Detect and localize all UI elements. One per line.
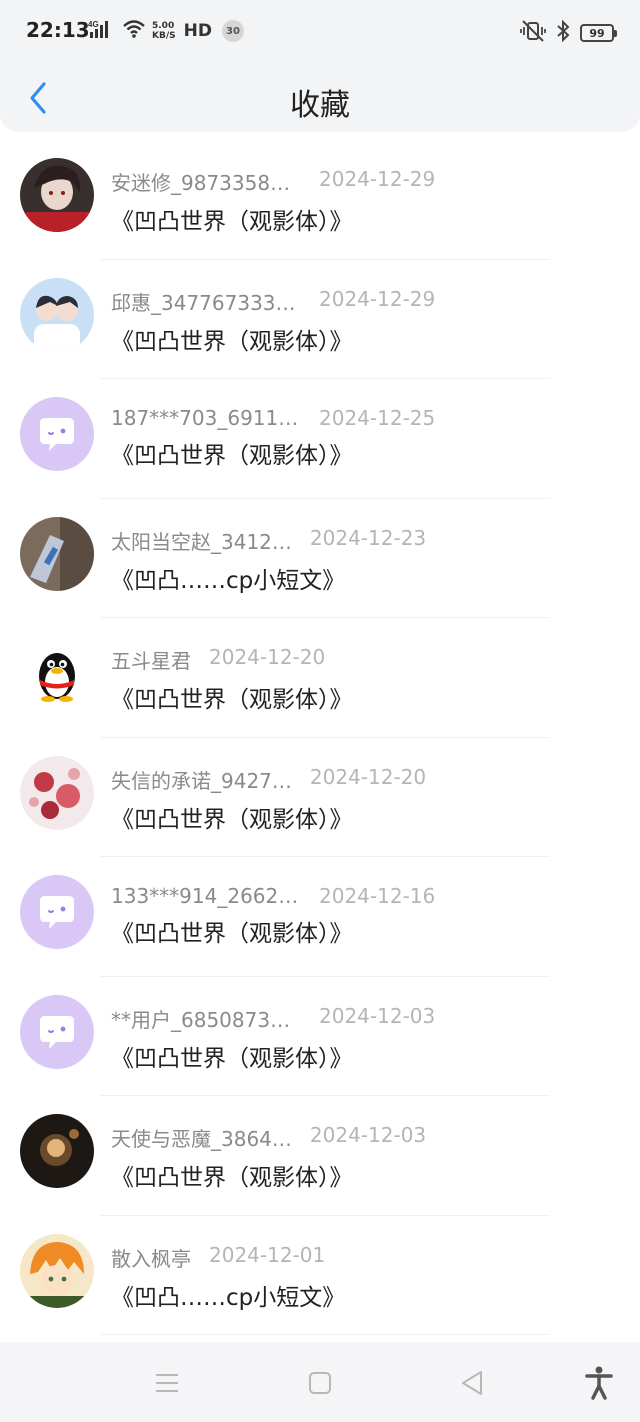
favorite-meta: 散入枫亭 2024-12-01: [111, 1243, 345, 1272]
favorite-username[interactable]: 五斗星君: [111, 645, 191, 674]
notification-badge: 30: [221, 20, 244, 42]
vibrate-off-icon: [520, 20, 546, 46]
favorite-item[interactable]: 187***703_69116… 2024-12-25 《凹凸世界（观影体）》: [0, 379, 640, 499]
wifi-icon: [122, 19, 146, 43]
favorite-date: 2024-12-03: [319, 1003, 436, 1028]
favorite-title[interactable]: 《凹凸世界（观影体）》: [111, 680, 353, 714]
favorite-item[interactable]: 失信的承诺_9427… 2024-12-20 《凹凸世界（观影体）》: [0, 738, 640, 858]
favorite-meta: 太阳当空赵_3412… 2024-12-23: [111, 526, 426, 555]
favorite-item[interactable]: 天使与恶魔_3864… 2024-12-03 《凹凸世界（观影体）》: [0, 1096, 640, 1216]
status-bar: 22:13 4G 5.00 KB/S HD 30 99: [0, 0, 640, 64]
hd-label: HD: [183, 21, 212, 41]
favorite-username[interactable]: 133***914_26623…: [111, 884, 301, 908]
favorite-title[interactable]: 《凹凸……cp小短文》: [111, 561, 426, 595]
battery-indicator: 99: [580, 24, 617, 42]
status-icons-right: 99: [520, 19, 617, 46]
home-square-icon: [309, 1372, 331, 1394]
user-avatar[interactable]: [20, 755, 94, 830]
favorite-title[interactable]: 《凹凸世界（观影体）》: [111, 800, 426, 834]
favorite-item-body: 187***703_69116… 2024-12-25 《凹凸世界（观影体）》: [111, 406, 435, 470]
menu-button[interactable]: [150, 1366, 184, 1400]
favorite-meta: 邱惠_3477673331… 2024-12-29: [111, 287, 435, 316]
favorite-meta: 失信的承诺_9427… 2024-12-20: [111, 765, 426, 794]
favorite-meta: 安迷修_98733583… 2024-12-29: [111, 167, 435, 196]
user-avatar[interactable]: [20, 158, 94, 232]
favorite-date: 2024-12-29: [319, 286, 436, 311]
accessibility-icon: [585, 1366, 613, 1400]
favorite-item[interactable]: 133***914_26623… 2024-12-16 《凹凸世界（观影体）》: [0, 857, 640, 977]
svg-text:4G: 4G: [88, 20, 99, 29]
favorite-date: 2024-12-03: [309, 1123, 427, 1147]
favorite-item-body: 太阳当空赵_3412… 2024-12-23 《凹凸……cp小短文》: [111, 526, 426, 595]
favorites-list: 安迷修_98733583… 2024-12-29 《凹凸世界（观影体）》 邱惠_347…: [0, 140, 640, 1335]
favorite-title[interactable]: 《凹凸世界（观影体）》: [111, 1158, 426, 1192]
favorite-item[interactable]: 太阳当空赵_3412… 2024-12-23 《凹凸……cp小短文》: [0, 499, 640, 619]
default-avatar-icon[interactable]: [20, 875, 94, 949]
back-nav-button[interactable]: [455, 1366, 489, 1400]
status-time: 22:13: [26, 18, 90, 42]
favorite-username[interactable]: 安迷修_98733583…: [111, 167, 301, 196]
favorite-item-body: 133***914_26623… 2024-12-16 《凹凸世界（观影体）》: [111, 884, 435, 948]
favorite-date: 2024-12-20: [309, 764, 427, 789]
favorite-item[interactable]: 邱惠_3477673331… 2024-12-29 《凹凸世界（观影体）》: [0, 260, 640, 380]
bluetooth-icon: [556, 19, 570, 46]
user-avatar[interactable]: [20, 1233, 94, 1308]
user-avatar[interactable]: [20, 516, 94, 591]
system-nav-bar: [0, 1342, 640, 1422]
favorite-meta: **用户_68508731… 2024-12-03: [111, 1004, 435, 1033]
user-avatar[interactable]: [20, 1114, 94, 1188]
favorite-title[interactable]: 《凹凸世界（观影体）》: [111, 914, 435, 948]
favorite-date: 2024-12-16: [319, 884, 436, 908]
menu-icon: [156, 1374, 178, 1392]
network-speed: 5.00 KB/S: [152, 21, 176, 41]
favorite-item[interactable]: 散入枫亭 2024-12-01 《凹凸……cp小短文》: [0, 1216, 640, 1336]
favorite-date: 2024-12-20: [209, 645, 326, 669]
user-avatar[interactable]: [20, 277, 94, 352]
favorite-username[interactable]: 失信的承诺_9427…: [111, 765, 292, 794]
default-avatar-icon[interactable]: [20, 994, 94, 1069]
favorite-username[interactable]: 散入枫亭: [111, 1243, 191, 1272]
favorite-meta: 五斗星君 2024-12-20: [111, 645, 353, 674]
favorite-item-body: 安迷修_98733583… 2024-12-29 《凹凸世界（观影体）》: [111, 167, 435, 236]
favorite-username[interactable]: 邱惠_3477673331…: [111, 287, 301, 316]
favorite-item-body: 天使与恶魔_3864… 2024-12-03 《凹凸世界（观影体）》: [111, 1123, 426, 1192]
nav-bar: 收藏: [0, 64, 640, 132]
favorite-item[interactable]: 五斗星君 2024-12-20 《凹凸世界（观影体）》: [0, 618, 640, 738]
favorite-title[interactable]: 《凹凸……cp小短文》: [111, 1278, 345, 1312]
favorite-meta: 187***703_69116… 2024-12-25: [111, 406, 435, 430]
speed-value: 5.00: [152, 21, 175, 31]
signal-icon: 4G: [88, 19, 116, 43]
home-button[interactable]: [303, 1366, 337, 1400]
favorite-item[interactable]: **用户_68508731… 2024-12-03 《凹凸世界（观影体）》: [0, 977, 640, 1097]
favorite-username[interactable]: **用户_68508731…: [111, 1004, 301, 1033]
speed-unit: KB/S: [152, 31, 176, 41]
favorite-item-body: 散入枫亭 2024-12-01 《凹凸……cp小短文》: [111, 1243, 345, 1312]
user-avatar[interactable]: [20, 636, 94, 710]
accessibility-button[interactable]: [582, 1366, 616, 1400]
favorite-meta: 天使与恶魔_3864… 2024-12-03: [111, 1123, 426, 1152]
favorite-date: 2024-12-25: [319, 406, 436, 430]
status-icons-left: 4G 5.00 KB/S HD 30: [88, 19, 244, 43]
favorite-date: 2024-12-29: [319, 167, 436, 191]
favorite-item-body: 邱惠_3477673331… 2024-12-29 《凹凸世界（观影体）》: [111, 287, 435, 356]
favorite-date: 2024-12-01: [209, 1242, 326, 1267]
favorite-item[interactable]: 安迷修_98733583… 2024-12-29 《凹凸世界（观影体）》: [0, 140, 640, 260]
favorite-item-body: 五斗星君 2024-12-20 《凹凸世界（观影体）》: [111, 645, 353, 714]
favorite-item-body: 失信的承诺_9427… 2024-12-20 《凹凸世界（观影体）》: [111, 765, 426, 834]
favorite-title[interactable]: 《凹凸世界（观影体）》: [111, 436, 435, 470]
favorite-date: 2024-12-23: [309, 525, 427, 550]
triangle-back-icon: [462, 1371, 482, 1395]
favorite-title[interactable]: 《凹凸世界（观影体）》: [111, 1039, 435, 1073]
favorite-title[interactable]: 《凹凸世界（观影体）》: [111, 202, 435, 236]
page-title: 收藏: [290, 88, 350, 123]
favorite-meta: 133***914_26623… 2024-12-16: [111, 884, 435, 908]
favorite-username[interactable]: 天使与恶魔_3864…: [111, 1123, 292, 1152]
favorite-username[interactable]: 太阳当空赵_3412…: [111, 526, 292, 555]
favorite-username[interactable]: 187***703_69116…: [111, 406, 301, 430]
default-avatar-icon[interactable]: [20, 397, 94, 471]
favorite-title[interactable]: 《凹凸世界（观影体）》: [111, 322, 435, 356]
favorite-item-body: **用户_68508731… 2024-12-03 《凹凸世界（观影体）》: [111, 1004, 435, 1073]
